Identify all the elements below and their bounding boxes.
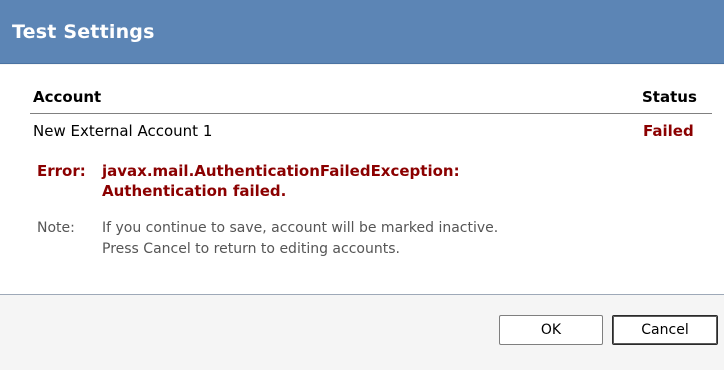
dialog-content: Account Status New External Account 1 Fa… bbox=[0, 65, 724, 294]
note-line-2: Press Cancel to return to editing accoun… bbox=[102, 241, 400, 257]
error-label: Error: bbox=[37, 162, 86, 180]
note-text: If you continue to save, account will be… bbox=[102, 218, 662, 260]
error-message-block: Error: javax.mail.AuthenticationFailedEx… bbox=[37, 161, 562, 201]
account-column-header: Account bbox=[33, 88, 102, 106]
test-settings-dialog: Test Settings Account Status New Externa… bbox=[0, 0, 724, 370]
status-badge: Failed bbox=[643, 122, 694, 140]
note-label: Note: bbox=[37, 220, 75, 236]
note-line-1: If you continue to save, account will be… bbox=[102, 220, 499, 236]
header-divider bbox=[30, 113, 712, 114]
dialog-title: Test Settings bbox=[12, 21, 155, 43]
cancel-button[interactable]: Cancel bbox=[612, 315, 718, 345]
error-text: javax.mail.AuthenticationFailedException… bbox=[102, 162, 460, 200]
dialog-title-bar[interactable]: Test Settings bbox=[0, 0, 724, 64]
ok-button[interactable]: OK bbox=[499, 315, 603, 345]
account-name: New External Account 1 bbox=[33, 122, 213, 140]
status-column-header: Status bbox=[642, 88, 697, 106]
note-block: Note: If you continue to save, account w… bbox=[37, 218, 662, 260]
footer-divider bbox=[0, 294, 724, 295]
